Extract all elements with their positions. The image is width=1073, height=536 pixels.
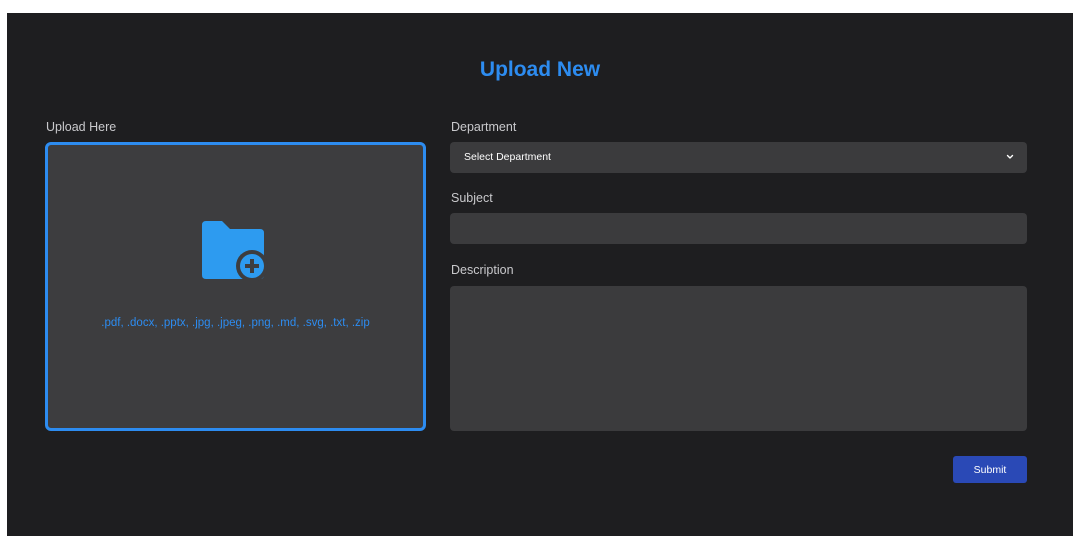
department-select[interactable]: Select Department bbox=[450, 142, 1027, 173]
description-textarea[interactable] bbox=[450, 286, 1027, 431]
subject-label: Subject bbox=[451, 191, 493, 205]
page-title: Upload New bbox=[479, 58, 601, 81]
department-select-value: Select Department bbox=[464, 151, 551, 163]
upload-label: Upload Here bbox=[46, 120, 117, 134]
subject-input[interactable] bbox=[450, 213, 1027, 244]
submit-button[interactable]: Submit bbox=[953, 456, 1027, 483]
chevron-down-icon bbox=[1006, 154, 1014, 159]
upload-form-panel: Upload New Upload Here .pdf, .docx, .ppt… bbox=[7, 13, 1073, 536]
description-label: Description bbox=[451, 263, 514, 277]
department-label: Department bbox=[451, 120, 517, 134]
file-dropzone[interactable]: .pdf, .docx, .pptx, .jpg, .jpeg, .png, .… bbox=[45, 142, 426, 431]
folder-plus-icon bbox=[202, 221, 268, 281]
accepted-file-types: .pdf, .docx, .pptx, .jpg, .jpeg, .png, .… bbox=[101, 317, 370, 329]
